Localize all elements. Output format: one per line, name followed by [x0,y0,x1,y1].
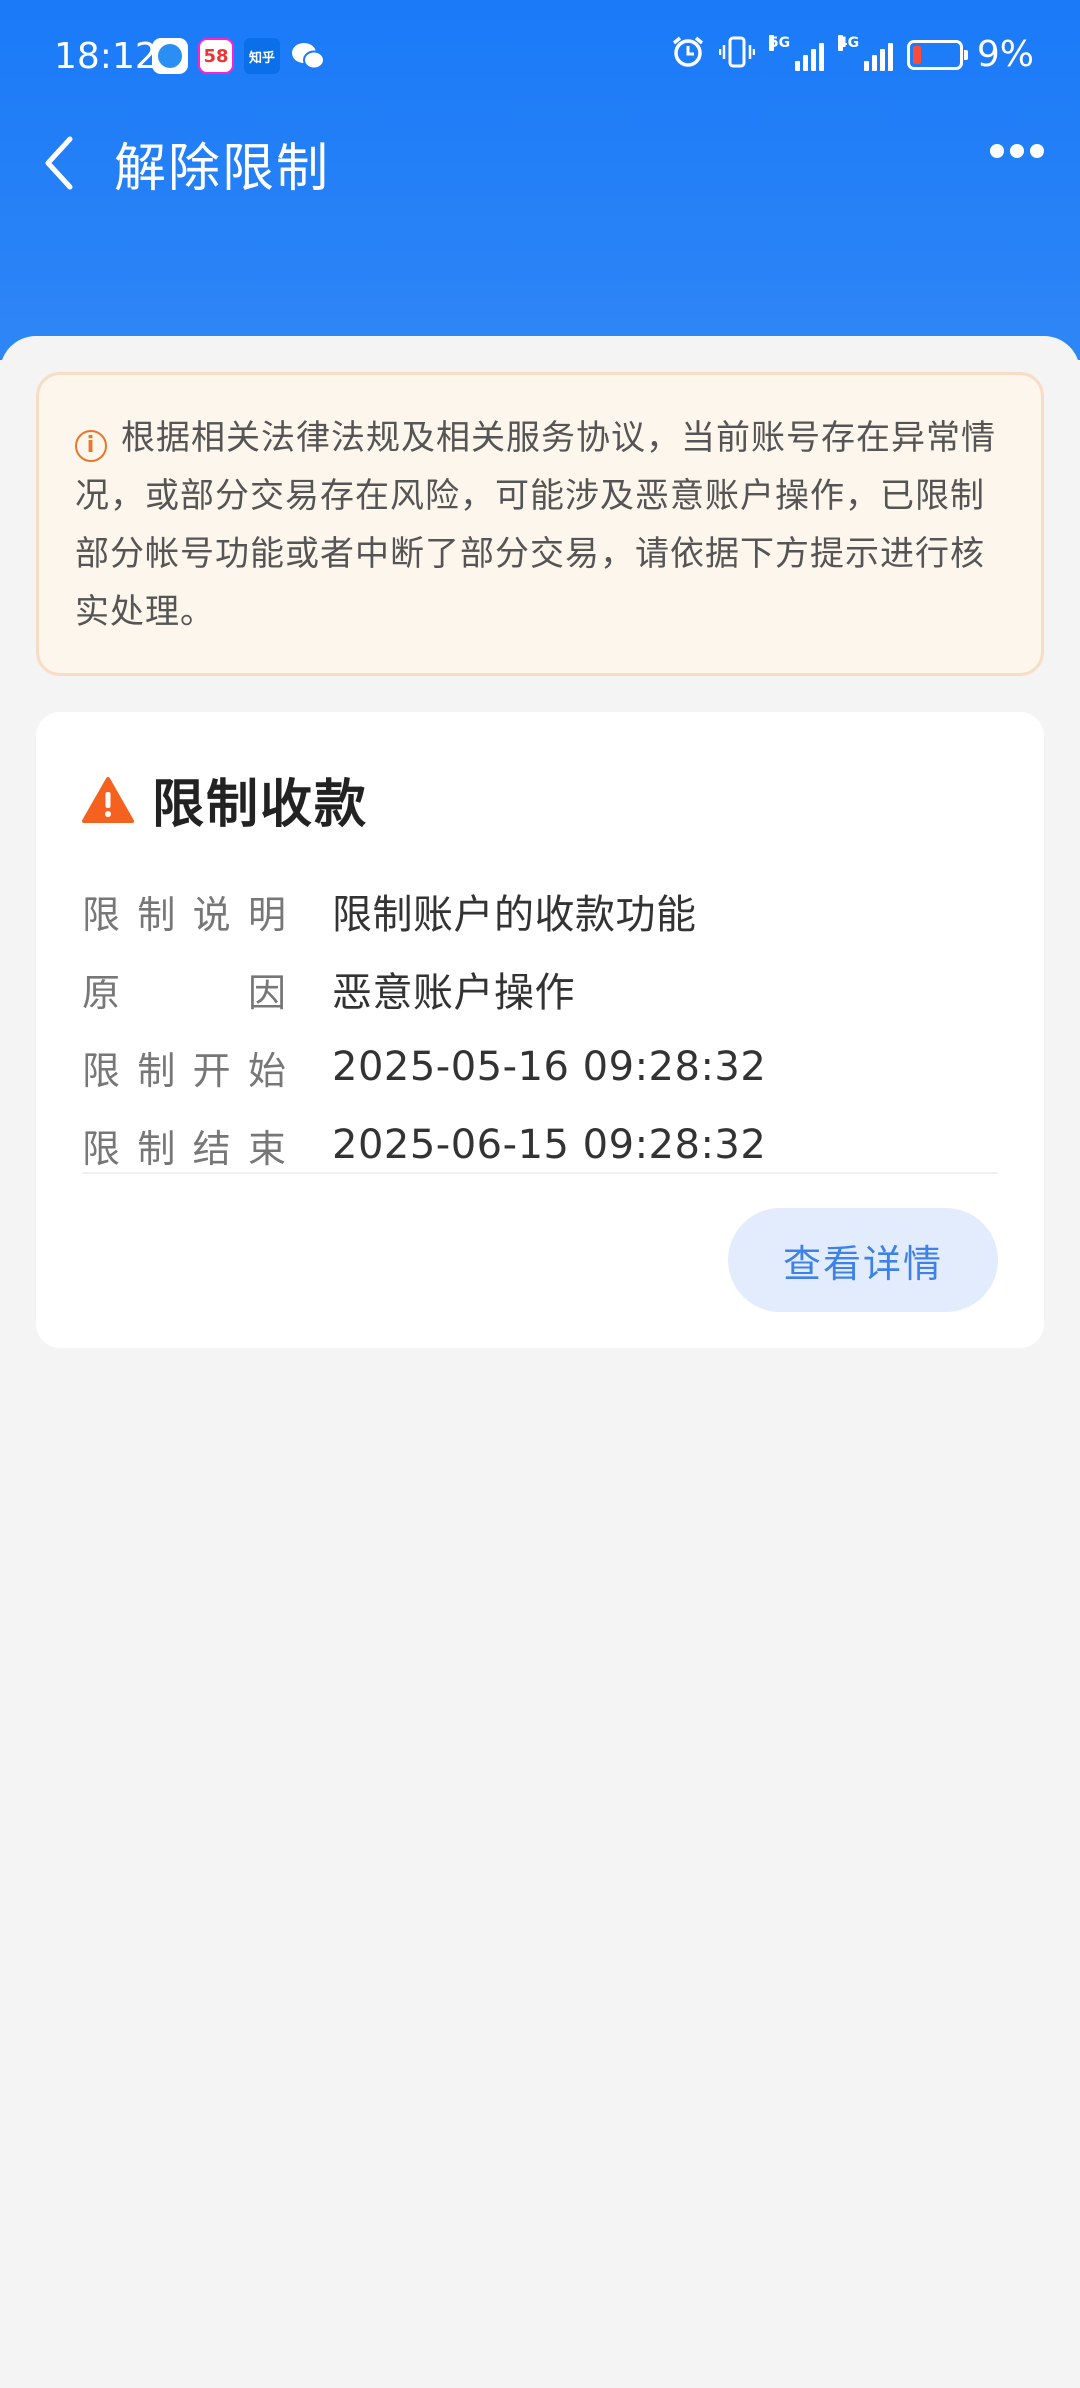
detail-row-reason: 原因 恶意账户操作 [82,950,998,1028]
58-icon: 58 [198,38,234,74]
chevron-left-icon [45,136,73,190]
notification-icons: 58 知乎 [152,38,326,74]
notice-text: 根据相关法律法规及相关服务协议，当前账号存在异常情况，或部分交易存在风险，可能涉… [75,418,996,632]
info-icon: i [75,430,107,462]
card-header: 限制收款 [82,762,368,837]
app-header: 解除限制 [0,118,1080,208]
risk-notice: i 根据相关法律法规及相关服务协议，当前账号存在异常情况，或部分交易存在风险，可能… [36,372,1044,676]
restriction-card: 限制收款 限制说明 限制账户的收款功能 原因 恶意账户操作 限制开始 2025-… [36,712,1044,1348]
row-value: 2025-06-15 09:28:32 [332,1122,767,1168]
signal-5g-icon: 5G [768,34,824,71]
wechat-icon [290,38,326,74]
vibrate-icon [718,35,756,75]
browser-icon [152,38,188,74]
battery-icon [906,39,968,70]
restriction-details: 限制说明 限制账户的收款功能 原因 恶意账户操作 限制开始 2025-05-16… [82,872,998,1184]
alarm-icon [671,35,705,75]
row-label: 限制开始 [82,1048,286,1093]
card-title: 限制收款 [152,775,369,835]
more-button[interactable] [990,144,1044,158]
battery-percent: 9% [976,34,1034,75]
signal-4g-icon: 4G [837,34,893,71]
row-value: 恶意账户操作 [332,970,575,1016]
more-dot-icon [1010,144,1024,158]
more-dot-icon [990,144,1004,158]
back-button[interactable] [30,130,90,196]
row-value: 2025-05-16 09:28:32 [332,1044,767,1090]
divider [82,1172,998,1174]
detail-row-description: 限制说明 限制账户的收款功能 [82,872,998,950]
row-label: 限制结束 [82,1126,286,1171]
warning-icon [82,776,134,823]
page-title: 解除限制 [114,139,331,199]
row-label: 原因 [82,970,286,1015]
status-bar: 18:12 58 知乎 5G 4G 9% [0,0,1080,118]
zhihu-icon: 知乎 [244,38,280,74]
system-status: 5G 4G 9% [671,34,1034,75]
row-value: 限制账户的收款功能 [332,892,697,938]
status-time: 18:12 [54,36,158,77]
more-dot-icon [1030,144,1044,158]
row-label: 限制说明 [82,892,286,937]
view-details-button[interactable]: 查看详情 [728,1208,998,1312]
detail-row-start: 限制开始 2025-05-16 09:28:32 [82,1028,998,1106]
